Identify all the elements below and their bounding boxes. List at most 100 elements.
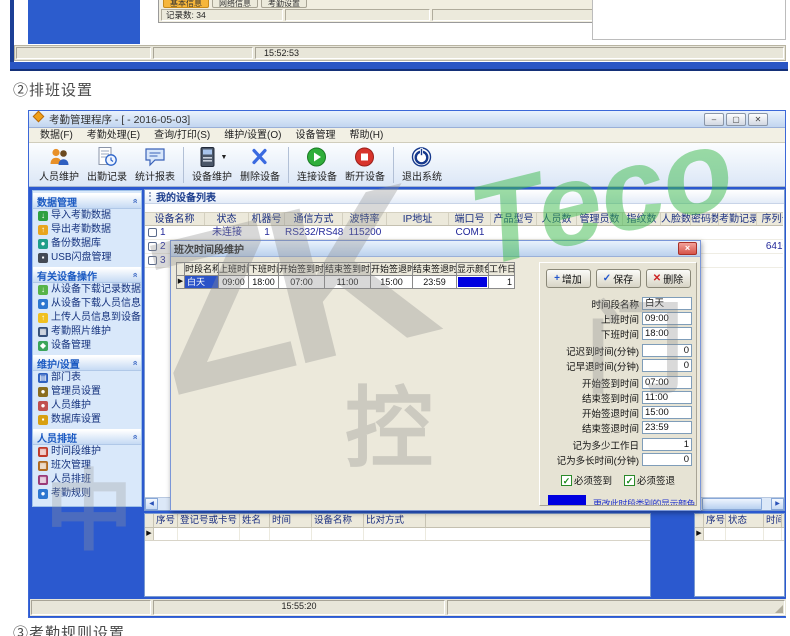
sidebar-item-label: 班次管理 xyxy=(51,460,91,472)
sidebar-item[interactable]: ↑上传人员信息到设备 xyxy=(33,311,141,325)
sidebar-section-header[interactable]: 数据管理 » xyxy=(33,193,141,209)
period-column-header: 时段名称 xyxy=(185,263,219,276)
field-input[interactable]: 23:59 xyxy=(642,421,692,434)
remnant-tab[interactable]: 考勤设置 xyxy=(261,0,307,8)
dialog-titlebar[interactable]: 班次时间段维护 × xyxy=(171,241,700,257)
device-icon xyxy=(148,256,157,265)
report-button[interactable]: 统计报表 xyxy=(131,145,179,184)
period-column-header: 开始签到时间 xyxy=(279,263,325,276)
delete-button[interactable]: ✕删除 xyxy=(646,269,691,288)
remnant-right-panel xyxy=(592,0,786,40)
import-data-icon: ↓ xyxy=(38,211,48,221)
remnant-tab[interactable]: 基本信息 xyxy=(163,0,209,8)
sidebar-item[interactable]: ●人员维护 xyxy=(33,399,141,413)
cell xyxy=(726,528,764,540)
toolbar-separator xyxy=(183,147,184,183)
people-button[interactable]: 人员维护 xyxy=(35,145,83,184)
dropdown-arrow-icon[interactable]: ▼ xyxy=(221,154,228,161)
change-color-link[interactable]: 更改此时段类别的显示颜色 xyxy=(593,497,695,506)
device-column-header: 人员数 xyxy=(537,213,577,225)
field-input[interactable]: 白天 xyxy=(642,297,692,310)
delete-device-button[interactable]: 删除设备 xyxy=(236,145,284,184)
sidebar-section-title: 数据管理 xyxy=(37,194,77,209)
cell xyxy=(764,528,782,540)
device-cell: 115200 xyxy=(343,226,387,239)
menu-item[interactable]: 数据(F) xyxy=(33,128,80,142)
delete-device-icon xyxy=(248,146,272,168)
sidebar-item[interactable]: ▤部门表 xyxy=(33,371,141,385)
field-label: 下班时间 xyxy=(601,327,639,341)
exit-system-button[interactable]: 退出系统 xyxy=(398,145,446,184)
device-maintain-button[interactable]: ▼设备维护 xyxy=(188,145,236,184)
status-table-row[interactable]: ▶ xyxy=(695,528,784,541)
attendance-record-button[interactable]: 出勤记录 xyxy=(83,145,131,184)
sidebar-item[interactable]: ↓导入考勤数据 xyxy=(33,209,141,223)
device-cell xyxy=(537,226,577,239)
window-titlebar[interactable]: 考勤管理程序 - [ - 2016-05-03] –▢✕ xyxy=(29,111,785,128)
add-button[interactable]: +增加 xyxy=(546,269,591,288)
sidebar-section-header[interactable]: 维护/设置» xyxy=(33,355,141,371)
scroll-right-icon[interactable]: ▶ xyxy=(771,498,784,510)
menu-item[interactable]: 查询/打印(S) xyxy=(147,128,217,142)
sidebar-section-header[interactable]: 有关设备操作» xyxy=(33,267,141,283)
field-input[interactable]: 11:00 xyxy=(642,391,692,404)
disconnect-device-button[interactable]: 断开设备 xyxy=(341,145,389,184)
checkbox[interactable]: ✓必须签退 xyxy=(624,473,675,487)
menu-item[interactable]: 帮助(H) xyxy=(342,128,390,142)
attendance-rule-icon: ● xyxy=(38,489,48,499)
field-input[interactable]: 07:00 xyxy=(642,376,692,389)
sidebar-item[interactable]: ●考勤规则 xyxy=(33,487,141,501)
sidebar-item-label: 考勤规则 xyxy=(51,488,91,500)
field-input[interactable]: 0 xyxy=(642,359,692,372)
field-input[interactable]: 0 xyxy=(642,344,692,357)
app-logo-icon xyxy=(32,110,45,128)
sidebar-item[interactable]: ▦考勤照片维护 xyxy=(33,325,141,339)
sidebar-item[interactable]: ▪数据库设置 xyxy=(33,413,141,427)
connect-device-button[interactable]: 连接设备 xyxy=(293,145,341,184)
sidebar-item[interactable]: ●从设备下载人员信息 xyxy=(33,297,141,311)
menu-item[interactable]: 设备管理 xyxy=(288,128,342,142)
sidebar-item[interactable]: ▦人员排班 xyxy=(33,473,141,487)
sidebar-item[interactable]: ▦班次管理 xyxy=(33,459,141,473)
sidebar-item[interactable]: ↓从设备下载记录数据 xyxy=(33,283,141,297)
sidebar-item[interactable]: ●备份数据库 xyxy=(33,237,141,251)
field-input[interactable]: 18:00 xyxy=(642,327,692,340)
sidebar-item[interactable]: ●管理员设置 xyxy=(33,385,141,399)
color-swatch[interactable] xyxy=(548,495,586,506)
minimize-button[interactable]: – xyxy=(704,113,724,126)
sidebar-section: 有关设备操作»↓从设备下载记录数据●从设备下载人员信息↑上传人员信息到设备▦考勤… xyxy=(33,267,141,353)
section-heading-rules-setup: ③考勤规则设置 xyxy=(13,622,125,636)
field-input[interactable]: 1 xyxy=(642,438,692,451)
status-table-header: 序号状态时间 xyxy=(695,514,784,528)
sidebar-item[interactable]: ◆设备管理 xyxy=(33,339,141,353)
verify-table-row[interactable]: ▶ xyxy=(145,528,650,541)
sidebar-section-header[interactable]: 人员排班» xyxy=(33,429,141,445)
device-row[interactable]: 1未连接1RS232/RS485115200COM1 xyxy=(145,226,783,240)
field-input[interactable]: 09:00 xyxy=(642,312,692,325)
sidebar-item[interactable]: ▦时间段维护 xyxy=(33,445,141,459)
toolbar-button-label: 删除设备 xyxy=(240,168,280,183)
statusbar-segment xyxy=(153,47,253,59)
collapse-chevron-icon: » xyxy=(129,198,139,203)
device-icon xyxy=(148,242,157,251)
menu-item[interactable]: 维护/设置(O) xyxy=(217,128,288,142)
period-row[interactable]: ▶白天09:0018:0007:0011:0015:0023:591 xyxy=(177,276,515,289)
field-input[interactable]: 15:00 xyxy=(642,406,692,419)
close-button[interactable]: ✕ xyxy=(748,113,768,126)
sidebar-item[interactable]: ↑导出考勤数据 xyxy=(33,223,141,237)
toolbar-button-label: 退出系统 xyxy=(402,168,442,183)
scroll-left-icon[interactable]: ◀ xyxy=(145,498,158,510)
dialog-close-icon[interactable]: × xyxy=(678,242,697,255)
save-button[interactable]: ✓保存 xyxy=(596,269,641,288)
field-input[interactable]: 0 xyxy=(642,453,692,466)
column-header: 设备名称 xyxy=(312,514,364,527)
resize-grip[interactable] xyxy=(775,605,783,613)
remnant-tab[interactable]: 网络信息 xyxy=(212,0,258,8)
sidebar-item[interactable]: ▪USB闪盘管理 xyxy=(33,251,141,265)
maximize-button[interactable]: ▢ xyxy=(726,113,746,126)
verify-table-header: 序号登记号或卡号姓名时间设备名称比对方式 xyxy=(145,514,650,528)
checkbox-row: ✓必须签到 ✓必须签退 xyxy=(544,473,692,487)
menu-item[interactable]: 考勤处理(E) xyxy=(80,128,147,142)
scrollbar-thumb[interactable] xyxy=(702,498,762,510)
checkbox[interactable]: ✓必须签到 xyxy=(561,473,612,487)
